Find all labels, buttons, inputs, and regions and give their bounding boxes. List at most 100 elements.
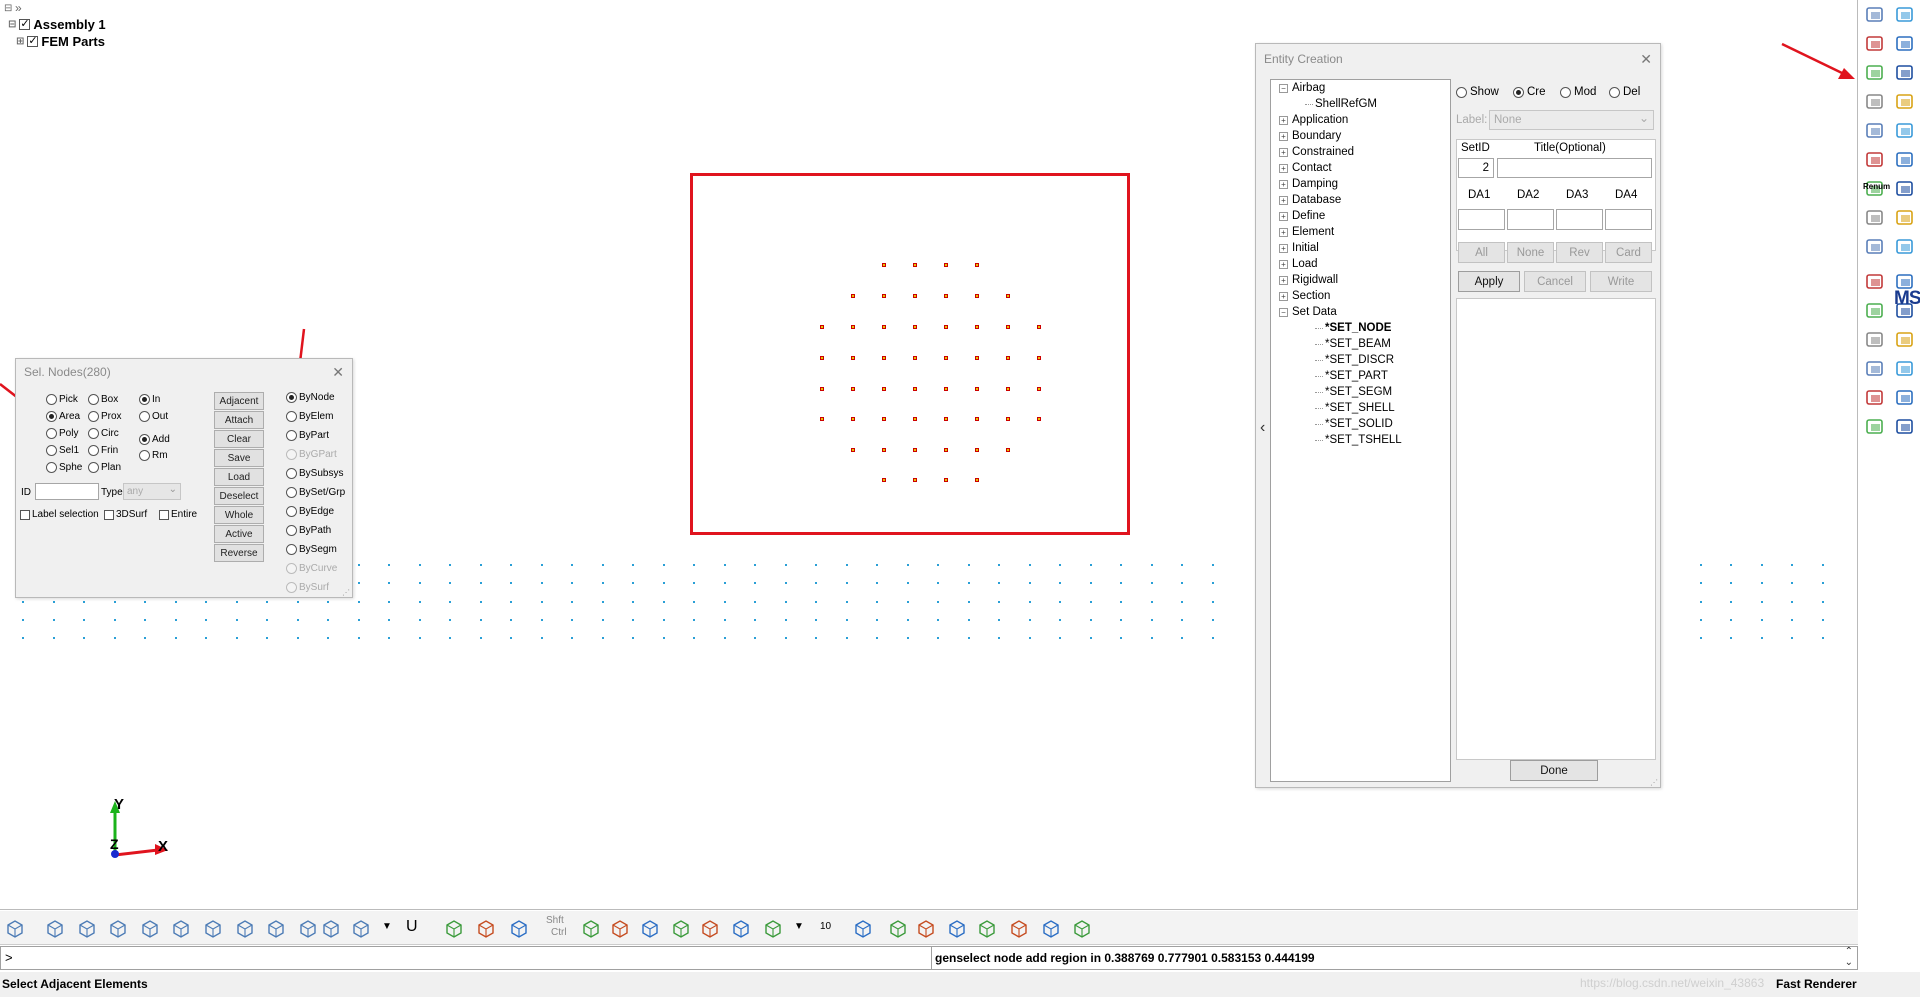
- outline-icon[interactable]: [202, 917, 224, 939]
- da4-input[interactable]: [1605, 209, 1652, 230]
- rm-radio[interactable]: [139, 450, 150, 461]
- apply-button[interactable]: Apply: [1458, 271, 1520, 292]
- grid-icon[interactable]: [1894, 178, 1916, 200]
- dropdown-icon[interactable]: ▼: [382, 921, 392, 932]
- surf3d-checkbox[interactable]: [104, 509, 114, 520]
- command-input[interactable]: [15, 948, 927, 968]
- feature-icon[interactable]: [139, 917, 161, 939]
- part-icon[interactable]: [1894, 207, 1916, 229]
- expand-icon[interactable]: +: [1279, 259, 1288, 269]
- pick-mode-box[interactable]: Box: [88, 394, 118, 405]
- close-icon[interactable]: ✕: [332, 359, 344, 385]
- checker-icon[interactable]: [976, 917, 998, 939]
- pick-mode-radio[interactable]: [46, 394, 57, 405]
- expand-icon[interactable]: +: [1279, 147, 1288, 157]
- gears-icon[interactable]: [1864, 4, 1886, 26]
- tree-item--set-node[interactable]: *SET_NODE: [1315, 322, 1391, 334]
- transparent-icon[interactable]: [508, 917, 530, 939]
- select-bypart[interactable]: ByPart: [286, 430, 329, 441]
- tree-item--set-part[interactable]: *SET_PART: [1315, 370, 1388, 382]
- solid-view-icon[interactable]: [475, 917, 497, 939]
- solid-icon[interactable]: [1894, 91, 1916, 113]
- tree-item-element[interactable]: + Element: [1279, 226, 1334, 238]
- out-radio[interactable]: [139, 411, 150, 422]
- command-line[interactable]: > genselect node add region in 0.388769 …: [0, 946, 1858, 970]
- clear-button[interactable]: Clear: [214, 430, 264, 448]
- select-bysegm[interactable]: BySegm: [286, 544, 337, 555]
- mode-show[interactable]: Show: [1456, 86, 1499, 98]
- pick-mode-frin[interactable]: Frin: [88, 445, 118, 456]
- tree-item-load[interactable]: + Load: [1279, 258, 1318, 270]
- pick-mode-radio[interactable]: [46, 411, 57, 422]
- curve-icon[interactable]: [1894, 33, 1916, 55]
- in-option[interactable]: In: [139, 394, 160, 405]
- import-icon[interactable]: [1894, 4, 1916, 26]
- attach-button[interactable]: Attach: [214, 411, 264, 429]
- pick-mode-pick[interactable]: Pick: [46, 394, 78, 405]
- zoom-in-icon[interactable]: [609, 917, 631, 939]
- active-button[interactable]: Active: [214, 525, 264, 543]
- window-icon[interactable]: [1864, 300, 1886, 322]
- pick-mode-area[interactable]: Area: [46, 411, 80, 422]
- pick-mode-sphe[interactable]: Sphe: [46, 462, 82, 473]
- command-history[interactable]: genselect node add region in 0.388769 0.…: [931, 947, 1841, 969]
- expand-icon[interactable]: +: [1279, 243, 1288, 253]
- play-icon[interactable]: [1008, 917, 1030, 939]
- view-tree-icon[interactable]: [4, 917, 26, 939]
- tree-item-initial[interactable]: + Initial: [1279, 242, 1319, 254]
- label-selection-checkbox[interactable]: [20, 509, 30, 520]
- expand-icon[interactable]: +: [1279, 227, 1288, 237]
- scroll-arrows-icon[interactable]: ⌃ ⌄: [1845, 946, 1853, 968]
- da1-input[interactable]: [1458, 209, 1505, 230]
- hidden-line-icon[interactable]: [107, 917, 129, 939]
- home-icon[interactable]: [915, 917, 937, 939]
- renum-icon[interactable]: [1864, 149, 1886, 171]
- reverse-button[interactable]: Reverse: [214, 544, 264, 562]
- id-input[interactable]: [35, 483, 99, 500]
- select-bysubsys[interactable]: BySubsys: [286, 468, 343, 479]
- tree-item--set-shell[interactable]: *SET_SHELL: [1315, 402, 1395, 414]
- keyword-tree[interactable]: − Airbag ShellRefGM + Application + Boundary + C…: [1270, 79, 1451, 782]
- select-by-radio[interactable]: [286, 430, 297, 441]
- select-by-radio[interactable]: [286, 506, 297, 517]
- pick-mode-radio[interactable]: [46, 428, 57, 439]
- tree-item-rigidwall[interactable]: + Rigidwall: [1279, 274, 1338, 286]
- in-radio[interactable]: [139, 394, 150, 405]
- bulb-icon[interactable]: [1864, 387, 1886, 409]
- tree-item-application[interactable]: + Application: [1279, 114, 1348, 126]
- select-byset-grp[interactable]: BySet/Grp: [286, 487, 345, 498]
- pick-mode-radio[interactable]: [46, 462, 57, 473]
- select-byedge[interactable]: ByEdge: [286, 506, 334, 517]
- mesh-shade-icon[interactable]: [265, 917, 287, 939]
- tree-item-assembly[interactable]: ⊟ Assembly 1: [8, 17, 106, 32]
- assembly-checkbox[interactable]: [19, 17, 31, 30]
- sel-nodes-title-bar[interactable]: Sel. Nodes(280) ✕: [16, 359, 352, 385]
- collapse-panel-arrow[interactable]: ‹: [1260, 419, 1265, 437]
- fem-parts-checkbox[interactable]: [27, 34, 39, 47]
- done-button[interactable]: Done: [1510, 760, 1598, 781]
- select-bypath[interactable]: ByPath: [286, 525, 331, 536]
- globe-icon[interactable]: [730, 917, 752, 939]
- pick-mode-sel1[interactable]: Sel1: [46, 445, 79, 456]
- tree-item-fem-parts[interactable]: ⊞ FEM Parts: [16, 34, 105, 49]
- mesh-solid-icon[interactable]: [320, 917, 342, 939]
- da2-input[interactable]: [1507, 209, 1554, 230]
- surf3d-option[interactable]: 3DSurf: [104, 509, 147, 520]
- tree-collapse-icon[interactable]: ⊟: [4, 3, 12, 14]
- mode-radio[interactable]: [1456, 86, 1467, 98]
- shft-label[interactable]: Shft: [546, 915, 564, 926]
- mode-del[interactable]: Del: [1609, 86, 1640, 98]
- out-option[interactable]: Out: [139, 411, 168, 422]
- tree-item--set-tshell[interactable]: *SET_TSHELL: [1315, 434, 1402, 446]
- check-icon[interactable]: [1864, 120, 1886, 142]
- type-select[interactable]: any ⌄: [123, 483, 181, 500]
- ms-icon[interactable]: [1894, 236, 1916, 258]
- tree-item-contact[interactable]: + Contact: [1279, 162, 1332, 174]
- mode-radio[interactable]: [1609, 86, 1620, 98]
- pick-mode-prox[interactable]: Prox: [88, 411, 122, 422]
- pick-arrow-icon[interactable]: [580, 917, 602, 939]
- tree-item--set-segm[interactable]: *SET_SEGM: [1315, 386, 1392, 398]
- tree-expand-toggle[interactable]: »: [15, 1, 22, 15]
- pick-mode-radio[interactable]: [88, 462, 99, 473]
- deselect-button[interactable]: Deselect: [214, 487, 264, 505]
